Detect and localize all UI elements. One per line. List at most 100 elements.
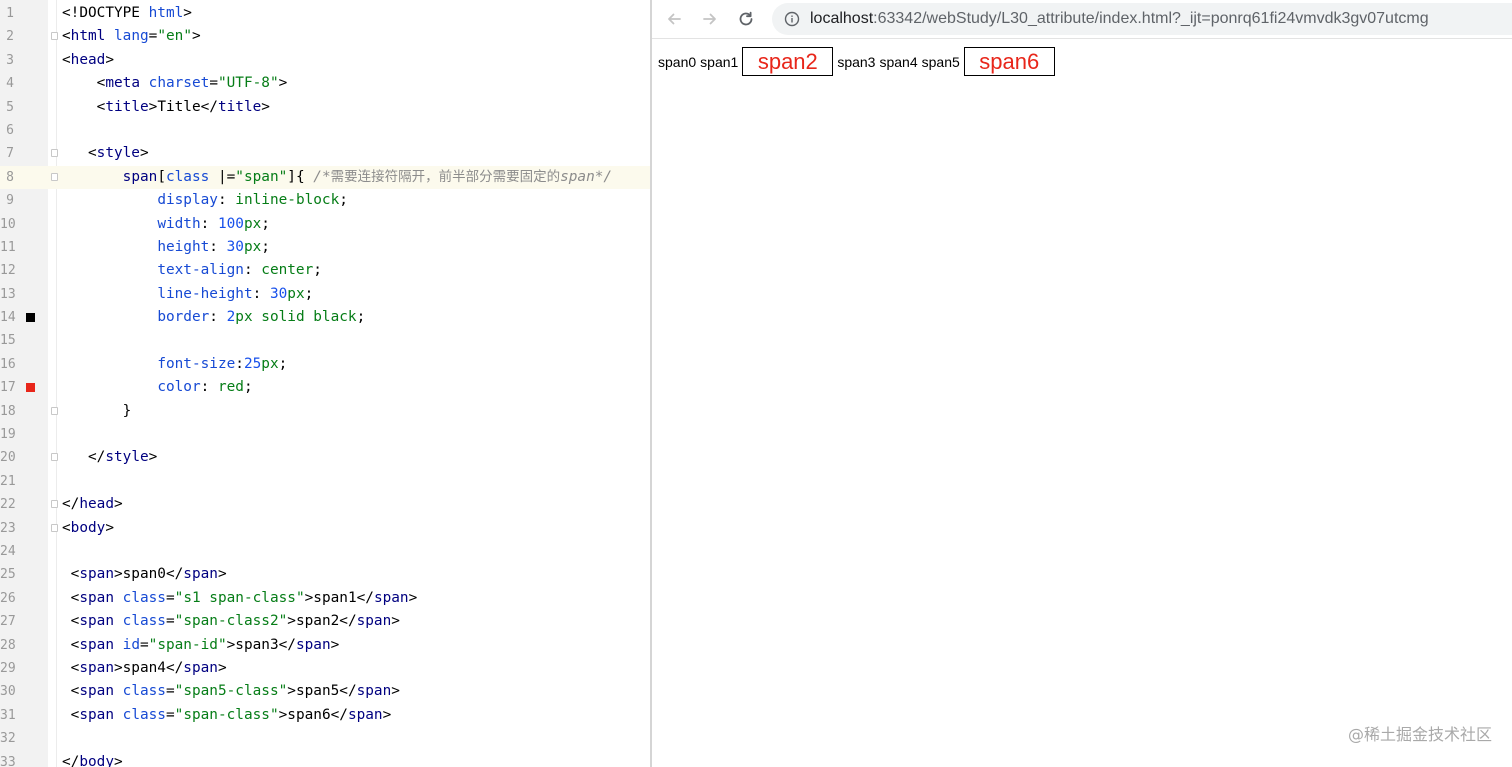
code-line[interactable]: 25 <span>span0</span>	[0, 563, 650, 586]
color-swatch-icon[interactable]	[26, 383, 35, 393]
code-line[interactable]: 9 display: inline-block;	[0, 189, 650, 212]
code-token: :	[209, 238, 227, 255]
code-token: "span5-class"	[174, 683, 288, 700]
line-number: 22	[0, 497, 16, 513]
code-token: line-height	[157, 285, 253, 302]
code-line[interactable]: 33 </body>	[0, 751, 650, 767]
code-line[interactable]: 31 <span class="span-class">span6</span>	[0, 704, 650, 727]
line-number: 31	[0, 707, 16, 723]
code-token: =	[165, 683, 175, 700]
code-line[interactable]: 23 <body>	[0, 517, 650, 540]
code-line[interactable]: 13 line-height: 30px;	[0, 283, 650, 306]
fold-marker-icon[interactable]	[51, 32, 58, 41]
code-line[interactable]: 32	[0, 727, 650, 750]
line-number: 1	[6, 6, 14, 21]
line-number: 25	[0, 567, 16, 583]
code-token: span	[373, 589, 409, 606]
code-editor[interactable]: 1 <!DOCTYPE html> 2 <html lang="en"> 3 <head>…	[0, 0, 650, 767]
line-number: 11	[0, 239, 16, 255]
code-line[interactable]: 21	[0, 470, 650, 493]
code-text: </head>	[62, 493, 123, 516]
back-button[interactable]	[662, 7, 686, 31]
watermark: @稀土掘金技术社区	[1347, 725, 1492, 744]
code-token: :	[200, 379, 218, 396]
line-number: 32	[0, 731, 16, 747]
line-number: 2	[6, 29, 14, 45]
code-token: span	[79, 636, 123, 653]
code-token: text-align	[157, 262, 244, 279]
forward-button[interactable]	[698, 7, 722, 31]
info-icon[interactable]	[784, 11, 800, 27]
code-text: <!DOCTYPE html>	[62, 2, 192, 25]
color-swatch-icon[interactable]	[26, 313, 35, 323]
reload-button[interactable]	[734, 7, 758, 31]
code-line[interactable]: 6	[0, 119, 650, 142]
fold-marker-icon[interactable]	[51, 406, 58, 415]
code-text: <meta charset="UTF-8">	[62, 72, 288, 95]
code-token: charset	[148, 75, 210, 92]
code-token: <	[62, 28, 71, 45]
code-token: span	[79, 683, 123, 700]
code-token: =	[165, 589, 175, 606]
code-token: px	[261, 355, 279, 372]
line-number: 23	[0, 520, 16, 536]
line-number: 13	[0, 286, 16, 302]
code-line[interactable]: 27 <span class="span-class2">span2</span…	[0, 610, 650, 633]
code-line[interactable]: 8 span[class |="span"]{ /*需要连接符隔开，前半部分需要…	[0, 165, 650, 190]
fold-marker-icon[interactable]	[51, 453, 58, 462]
code-line[interactable]: 15	[0, 329, 650, 352]
code-token: "span-class"	[174, 706, 279, 723]
line-number: 10	[0, 216, 16, 232]
code-text: <title>Title</title>	[62, 96, 270, 119]
code-line[interactable]: 10 width: 100px;	[0, 213, 650, 236]
code-token: body	[79, 753, 114, 767]
fold-marker-icon[interactable]	[51, 500, 58, 509]
code-line[interactable]: 24	[0, 540, 650, 563]
code-token: >	[391, 683, 400, 700]
code-text: <span class="span-class">span6</span>	[62, 704, 392, 727]
code-token: "s1 span-class"	[174, 589, 305, 606]
code-line[interactable]: 28 <span id="span-id">span3</span>	[0, 634, 650, 657]
code-token: title	[105, 98, 149, 115]
fold-marker-icon[interactable]	[51, 149, 58, 158]
code-token: 25	[243, 355, 262, 372]
address-bar[interactable]: localhost:63342/webStudy/L30_attribute/i…	[772, 3, 1512, 35]
code-line[interactable]: 2 <html lang="en">	[0, 25, 650, 48]
code-token: </	[62, 753, 80, 767]
code-token: ;	[304, 285, 314, 302]
code-token: "span-class2"	[174, 613, 288, 630]
code-line[interactable]: 22 </head>	[0, 493, 650, 516]
code-line[interactable]: 5 <title>Title</title>	[0, 96, 650, 119]
code-line[interactable]: 20 </style>	[0, 446, 650, 469]
code-token: >	[113, 753, 123, 767]
code-token: span	[183, 659, 218, 676]
code-token: title	[217, 98, 262, 115]
line-number: 9	[6, 193, 14, 209]
code-line[interactable]: 29 <span>span4</span>	[0, 657, 650, 680]
code-line[interactable]: 4 <meta charset="UTF-8">	[0, 72, 650, 95]
code-line[interactable]: 18 }	[0, 400, 650, 423]
code-line[interactable]: 12 text-align: center;	[0, 259, 650, 282]
code-line[interactable]: 7 <style>	[0, 142, 650, 165]
code-lines[interactable]: 1 <!DOCTYPE html> 2 <html lang="en"> 3 <head>…	[0, 2, 650, 767]
code-line[interactable]: 14 border: 2px solid black;	[0, 306, 650, 329]
fold-marker-icon[interactable]	[51, 172, 58, 181]
code-line[interactable]: 17 color: red;	[0, 376, 650, 399]
code-token: >	[113, 496, 123, 513]
code-token: 30	[269, 285, 288, 302]
fold-marker-icon[interactable]	[51, 523, 58, 532]
code-line[interactable]: 1 <!DOCTYPE html>	[0, 2, 650, 25]
code-line[interactable]: 30 <span class="span5-class">span5</span…	[0, 680, 650, 703]
url-text[interactable]: localhost:63342/webStudy/L30_attribute/i…	[810, 3, 1429, 35]
code-line[interactable]: 26 <span class="s1 span-class">span1</sp…	[0, 587, 650, 610]
code-text: font-size:25px;	[62, 353, 287, 376]
code-token: 2	[226, 309, 236, 326]
code-token: span	[79, 706, 123, 723]
code-line[interactable]: 19	[0, 423, 650, 446]
code-line[interactable]: 11 height: 30px;	[0, 236, 650, 259]
code-line[interactable]: 16 font-size:25px;	[0, 353, 650, 376]
code-line[interactable]: 3 <head>	[0, 49, 650, 72]
line-number: 28	[0, 637, 16, 653]
